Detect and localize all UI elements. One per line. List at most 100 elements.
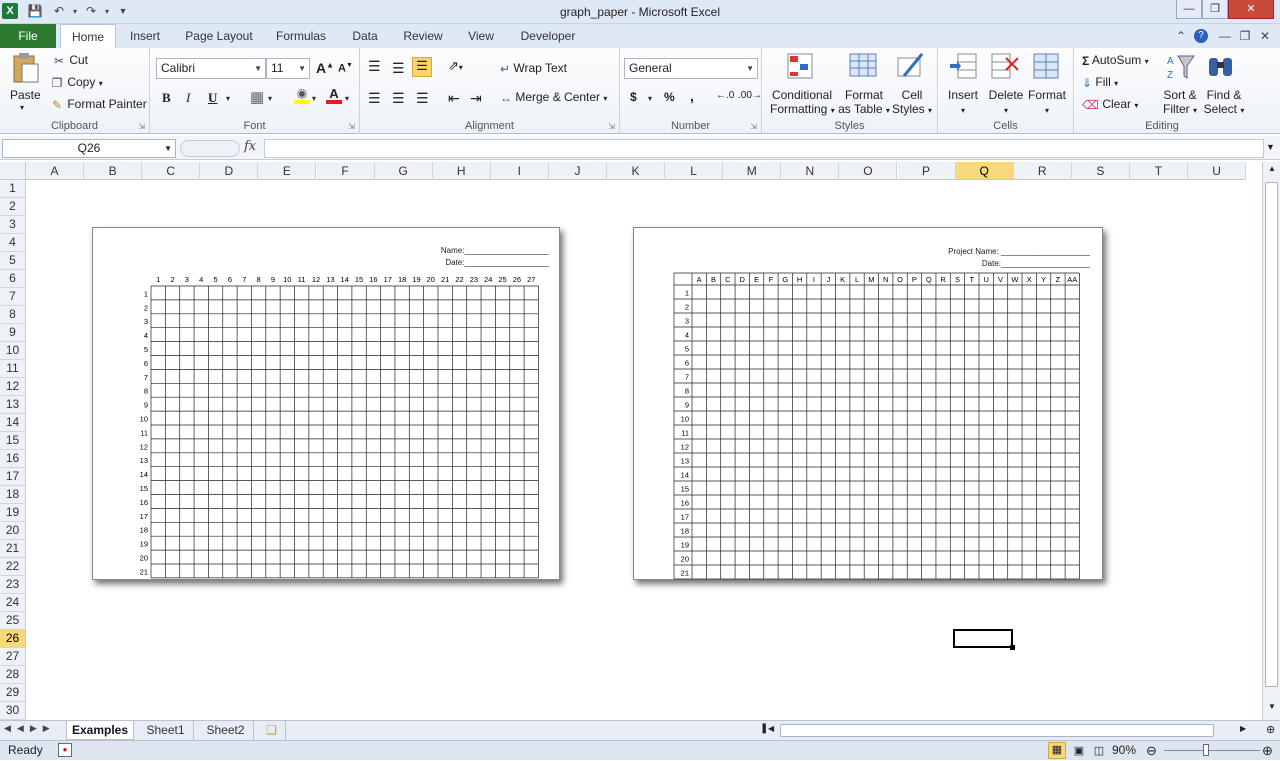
zoom-level[interactable]: 90% (1112, 741, 1136, 760)
merge-center-button[interactable]: ↔ Merge & Center ▾ (500, 90, 607, 105)
column-header-c[interactable]: C (142, 162, 201, 180)
column-header-r[interactable]: R (1013, 162, 1072, 180)
cut-button[interactable]: ✂ Cut (52, 53, 88, 68)
row-header-17[interactable]: 17 (0, 468, 26, 486)
conditional-formatting-button[interactable]: Conditional Formatting ▾ (770, 88, 835, 116)
row-header-10[interactable]: 10 (0, 342, 26, 360)
zoom-in-icon[interactable]: ⊕ (1262, 741, 1273, 760)
find-select-button[interactable]: Find & Select ▾ (1202, 88, 1246, 116)
binoculars-icon[interactable] (1206, 52, 1236, 82)
insert-cells-icon[interactable] (948, 52, 978, 82)
font-launcher-icon[interactable]: ⇲ (348, 122, 355, 131)
format-cells-button[interactable]: Format ▾ (1028, 88, 1066, 116)
top-align-icon[interactable]: ☰ (368, 58, 381, 75)
scroll-right-icon[interactable]: ▶ (1240, 724, 1246, 733)
increase-decimal-icon[interactable]: ←.0 (716, 90, 734, 101)
fill-button[interactable]: ⇓ Fill ▾ (1082, 75, 1118, 90)
fill-color-icon[interactable]: ◉ (294, 86, 310, 104)
column-header-s[interactable]: S (1071, 162, 1130, 180)
cell-styles-icon[interactable] (896, 52, 926, 82)
sheet-tab-sheet1[interactable]: Sheet1 (138, 721, 194, 740)
underline-dropdown-icon[interactable]: ▾ (226, 94, 230, 103)
decrease-decimal-icon[interactable]: .00→ (738, 90, 762, 101)
align-left-icon[interactable]: ☰ (368, 90, 381, 107)
row-header-4[interactable]: 4 (0, 234, 26, 252)
copy-button[interactable]: ❐ Copy ▾ (50, 75, 103, 90)
bottom-align-icon[interactable]: ☰ (412, 57, 432, 77)
format-cells-icon[interactable] (1032, 52, 1062, 82)
cell-styles-button[interactable]: Cell Styles ▾ (892, 88, 932, 116)
row-header-21[interactable]: 21 (0, 540, 26, 558)
zoom-slider-track[interactable] (1164, 750, 1260, 751)
zoom-out-icon[interactable]: ⊖ (1146, 741, 1157, 760)
tab-page-layout[interactable]: Page Layout (178, 24, 260, 48)
row-header-27[interactable]: 27 (0, 648, 26, 666)
close-button[interactable]: ✕ (1228, 0, 1274, 19)
row-header-24[interactable]: 24 (0, 594, 26, 612)
row-header-16[interactable]: 16 (0, 450, 26, 468)
scroll-up-icon[interactable]: ▲ (1264, 164, 1280, 178)
font-name-combo[interactable]: Calibri ▼ (156, 58, 266, 79)
restore-button[interactable]: ❐ (1202, 0, 1228, 19)
column-header-h[interactable]: H (432, 162, 491, 180)
row-header-11[interactable]: 11 (0, 360, 26, 378)
insert-sheet-icon[interactable]: ❏ (258, 721, 286, 740)
row-header-8[interactable]: 8 (0, 306, 26, 324)
borders-icon[interactable]: ▦ (250, 88, 264, 106)
tab-view[interactable]: View (458, 24, 504, 48)
paste-dropdown-icon[interactable]: ▾ (20, 103, 24, 112)
clear-button[interactable]: ⌫ Clear ▾ (1082, 97, 1138, 112)
alignment-launcher-icon[interactable]: ⇲ (608, 122, 615, 131)
column-header-j[interactable]: J (548, 162, 607, 180)
column-header-f[interactable]: F (316, 162, 375, 180)
tab-developer[interactable]: Developer (512, 24, 584, 48)
normal-view-icon[interactable]: ▦ (1048, 742, 1066, 759)
row-header-15[interactable]: 15 (0, 432, 26, 450)
wrap-text-button[interactable]: ↵ Wrap Text (500, 61, 567, 76)
sheet-nav-arrows-icon[interactable]: ◀◀▶▶ (4, 723, 56, 734)
format-as-table-button[interactable]: Format as Table ▾ (838, 88, 890, 116)
workbook-restore-icon[interactable]: ❐ (1238, 29, 1252, 43)
comma-button[interactable]: , (690, 88, 694, 104)
insert-cells-button[interactable]: Insert ▾ (946, 88, 980, 116)
column-header-o[interactable]: O (839, 162, 898, 180)
macro-record-icon[interactable]: ● (58, 743, 72, 757)
tab-formulas[interactable]: Formulas (268, 24, 334, 48)
tab-home[interactable]: Home (60, 24, 116, 48)
active-cell-q26[interactable] (953, 629, 1015, 650)
row-header-12[interactable]: 12 (0, 378, 26, 396)
row-header-20[interactable]: 20 (0, 522, 26, 540)
help-icon[interactable]: ? (1194, 29, 1208, 43)
vertical-scroll-thumb[interactable] (1265, 182, 1278, 687)
vertical-scrollbar[interactable]: ▲ ▼ (1262, 162, 1280, 720)
number-launcher-icon[interactable]: ⇲ (750, 122, 757, 131)
horizontal-scroll-thumb[interactable] (780, 724, 1214, 737)
row-header-7[interactable]: 7 (0, 288, 26, 306)
scroll-down-icon[interactable]: ▼ (1264, 702, 1280, 716)
borders-dropdown-icon[interactable]: ▾ (268, 94, 272, 103)
select-all-corner[interactable] (0, 162, 26, 180)
tab-insert[interactable]: Insert (120, 24, 170, 48)
graph-paper-lettered[interactable]: Project Name: ____________________ Date:… (633, 227, 1103, 580)
orientation-icon[interactable]: ⇗▾ (448, 58, 463, 74)
formula-bar-resize-handle[interactable] (180, 140, 240, 157)
delete-cells-icon[interactable] (990, 52, 1020, 82)
autosum-button[interactable]: Σ AutoSum ▾ (1082, 53, 1149, 68)
align-right-icon[interactable]: ☰ (416, 90, 429, 107)
minimize-button[interactable]: — (1176, 0, 1202, 19)
row-header-22[interactable]: 22 (0, 558, 26, 576)
font-color-dropdown-icon[interactable]: ▾ (345, 94, 349, 103)
format-painter-button[interactable]: ✎ Format Painter (50, 97, 147, 112)
workbook-minimize-icon[interactable]: — (1218, 29, 1232, 43)
row-header-19[interactable]: 19 (0, 504, 26, 522)
fill-color-dropdown-icon[interactable]: ▾ (312, 94, 316, 103)
column-header-q[interactable]: Q (955, 162, 1014, 180)
column-header-g[interactable]: G (374, 162, 433, 180)
sheet-tab-examples[interactable]: Examples (66, 721, 134, 740)
paste-button[interactable]: Paste (10, 88, 41, 102)
number-format-combo[interactable]: General ▼ (624, 58, 758, 79)
scroll-left-icon[interactable]: ◀ (768, 724, 774, 733)
row-header-14[interactable]: 14 (0, 414, 26, 432)
formula-input[interactable] (264, 139, 1264, 158)
expand-formula-bar-icon[interactable]: ▼ (1266, 142, 1275, 152)
